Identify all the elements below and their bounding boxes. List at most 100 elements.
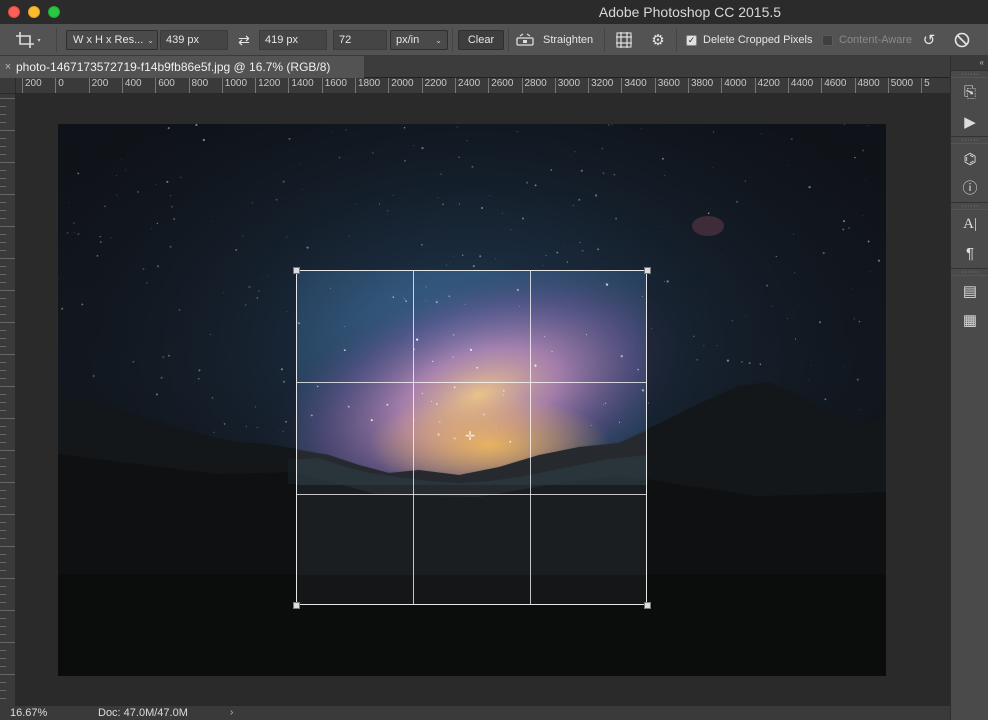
ruler-tick	[0, 242, 6, 243]
ruler-tick-label: 3000	[554, 78, 580, 93]
document-image[interactable]: ✛	[58, 124, 886, 676]
ruler-tick	[0, 658, 6, 659]
status-bar: 16.67% Doc: 47.0M/47.0M ›	[0, 706, 950, 720]
chevron-right-icon[interactable]: ›	[230, 707, 233, 718]
ruler-tick	[0, 370, 6, 371]
width-value: 439 px	[166, 34, 200, 46]
height-value: 419 px	[265, 34, 299, 46]
paragraph-panel-icon[interactable]: ¶	[951, 239, 988, 268]
ruler-tick	[0, 146, 6, 147]
crop-handle-top-right[interactable]	[644, 267, 651, 274]
ratio-preset-select[interactable]: W x H x Res... ⌄	[66, 30, 158, 50]
window-title: Adobe Photoshop CC 2015.5	[598, 4, 782, 20]
resolution-input[interactable]: 72	[333, 30, 387, 50]
panel-grip[interactable]	[951, 202, 988, 210]
crop-handle-bottom-left[interactable]	[293, 602, 300, 609]
ruler-tick	[0, 530, 6, 531]
ruler-tick-label: 2600	[488, 78, 513, 93]
canvas-area[interactable]: ✛	[16, 94, 950, 706]
ruler-tick	[0, 426, 6, 427]
panel-dock: « ⎘ ▶ ⌬ ⓘ A| ¶ ▤ ▦	[950, 56, 988, 720]
resolution-value: 72	[339, 34, 352, 46]
ruler-tick	[0, 338, 6, 339]
crop-handle-bottom-right[interactable]	[644, 602, 651, 609]
ruler-tick	[0, 618, 6, 619]
document-tab[interactable]: × photo-1467173572719-f14b9fb86e5f.jpg @…	[0, 56, 364, 78]
height-input[interactable]: 419 px	[259, 30, 327, 50]
clear-button[interactable]: Clear	[458, 30, 504, 50]
chevron-down-icon: ⌄	[435, 35, 442, 45]
history-panel-icon[interactable]: ⎘	[951, 78, 988, 107]
ruler-tick-label: 3200	[588, 78, 613, 93]
ruler-tick	[0, 402, 6, 403]
document-info[interactable]: Doc: 47.0M/47.0M	[98, 707, 188, 719]
ruler-tick	[0, 690, 6, 691]
ruler-tick	[0, 130, 15, 131]
ruler-tick	[0, 186, 6, 187]
rule-of-thirds-line	[297, 382, 646, 383]
delete-cropped-pixels-checkbox[interactable]: ✓ Delete Cropped Pixels	[686, 30, 816, 50]
ruler-tick-label: 400	[121, 78, 142, 93]
3d-panel-icon[interactable]: ⌬	[951, 144, 988, 173]
ruler-tick	[0, 490, 6, 491]
straighten-button[interactable]: Straighten	[516, 30, 598, 50]
close-tab-icon[interactable]: ×	[0, 61, 16, 73]
ruler-tick-label: 3800	[688, 78, 713, 93]
swap-arrows-icon[interactable]: ⇄	[234, 30, 254, 50]
collapse-panels-icon[interactable]: «	[951, 56, 988, 70]
ruler-tick-label: 3400	[621, 78, 647, 93]
ruler-tick	[0, 410, 6, 411]
cancel-crop-button[interactable]	[950, 30, 974, 50]
zoom-window-button[interactable]	[48, 6, 60, 18]
ruler-tick	[0, 290, 15, 291]
crop-handle-top-left[interactable]	[293, 267, 300, 274]
ruler-tick	[0, 330, 6, 331]
ruler-tick	[0, 546, 15, 547]
chevron-down-icon: ⌄	[147, 35, 154, 45]
ruler-origin[interactable]	[0, 78, 16, 94]
panel-grip[interactable]	[951, 268, 988, 276]
crop-tool-preset-button[interactable]: ▾	[14, 30, 42, 50]
notes-panel-icon[interactable]: ▦	[951, 305, 988, 334]
horizontal-ruler[interactable]: 200 0 200 400 600 800 1000 1200 1400 1600 1800 2000…	[16, 78, 950, 94]
ruler-tick-label: 1400	[288, 78, 314, 93]
ruler-tick-label: 3600	[654, 78, 680, 93]
ruler-tick	[0, 554, 6, 555]
ruler-tick	[0, 522, 6, 523]
ruler-tick-label: 4800	[854, 78, 880, 93]
ruler-tick	[0, 306, 6, 307]
ruler-tick	[0, 650, 6, 651]
overlay-options-button[interactable]	[612, 30, 636, 50]
panel-grip[interactable]	[951, 70, 988, 78]
ruler-tick	[0, 114, 6, 115]
zoom-level[interactable]: 16.67%	[10, 707, 47, 719]
crosshair-icon: ✛	[465, 429, 476, 443]
crop-settings-button[interactable]: ⚙	[646, 30, 670, 50]
document-tab-bar: × photo-1467173572719-f14b9fb86e5f.jpg @…	[0, 56, 950, 78]
ruler-tick-label: 4400	[787, 78, 813, 93]
vertical-ruler[interactable]	[0, 94, 16, 706]
panel-grip[interactable]	[951, 136, 988, 144]
libraries-panel-icon[interactable]: ▤	[951, 276, 988, 305]
ruler-tick-label: 1600	[321, 78, 347, 93]
actions-panel-icon[interactable]: ▶	[951, 107, 988, 136]
ruler-tick	[0, 634, 6, 635]
ruler-tick	[0, 642, 15, 643]
content-aware-label: Content-Aware	[839, 34, 913, 46]
ruler-tick-label: 800	[188, 78, 208, 93]
content-aware-checkbox[interactable]: Content-Aware	[822, 30, 914, 50]
ruler-tick	[0, 586, 6, 587]
ruler-tick	[0, 482, 15, 483]
ruler-tick	[0, 434, 6, 435]
character-panel-icon[interactable]: A|	[951, 210, 988, 239]
minimize-window-button[interactable]	[28, 6, 40, 18]
reset-crop-button[interactable]: ↺	[918, 30, 940, 50]
width-input[interactable]: 439 px	[160, 30, 228, 50]
close-window-button[interactable]	[8, 6, 20, 18]
ruler-tick-label: 4600	[821, 78, 846, 93]
delete-cropped-label: Delete Cropped Pixels	[703, 34, 813, 46]
info-panel-icon[interactable]: ⓘ	[951, 173, 988, 202]
ruler-tick	[0, 602, 6, 603]
resolution-unit-select[interactable]: px/in ⌄	[390, 30, 448, 50]
ruler-tick-label: 600	[155, 78, 175, 93]
